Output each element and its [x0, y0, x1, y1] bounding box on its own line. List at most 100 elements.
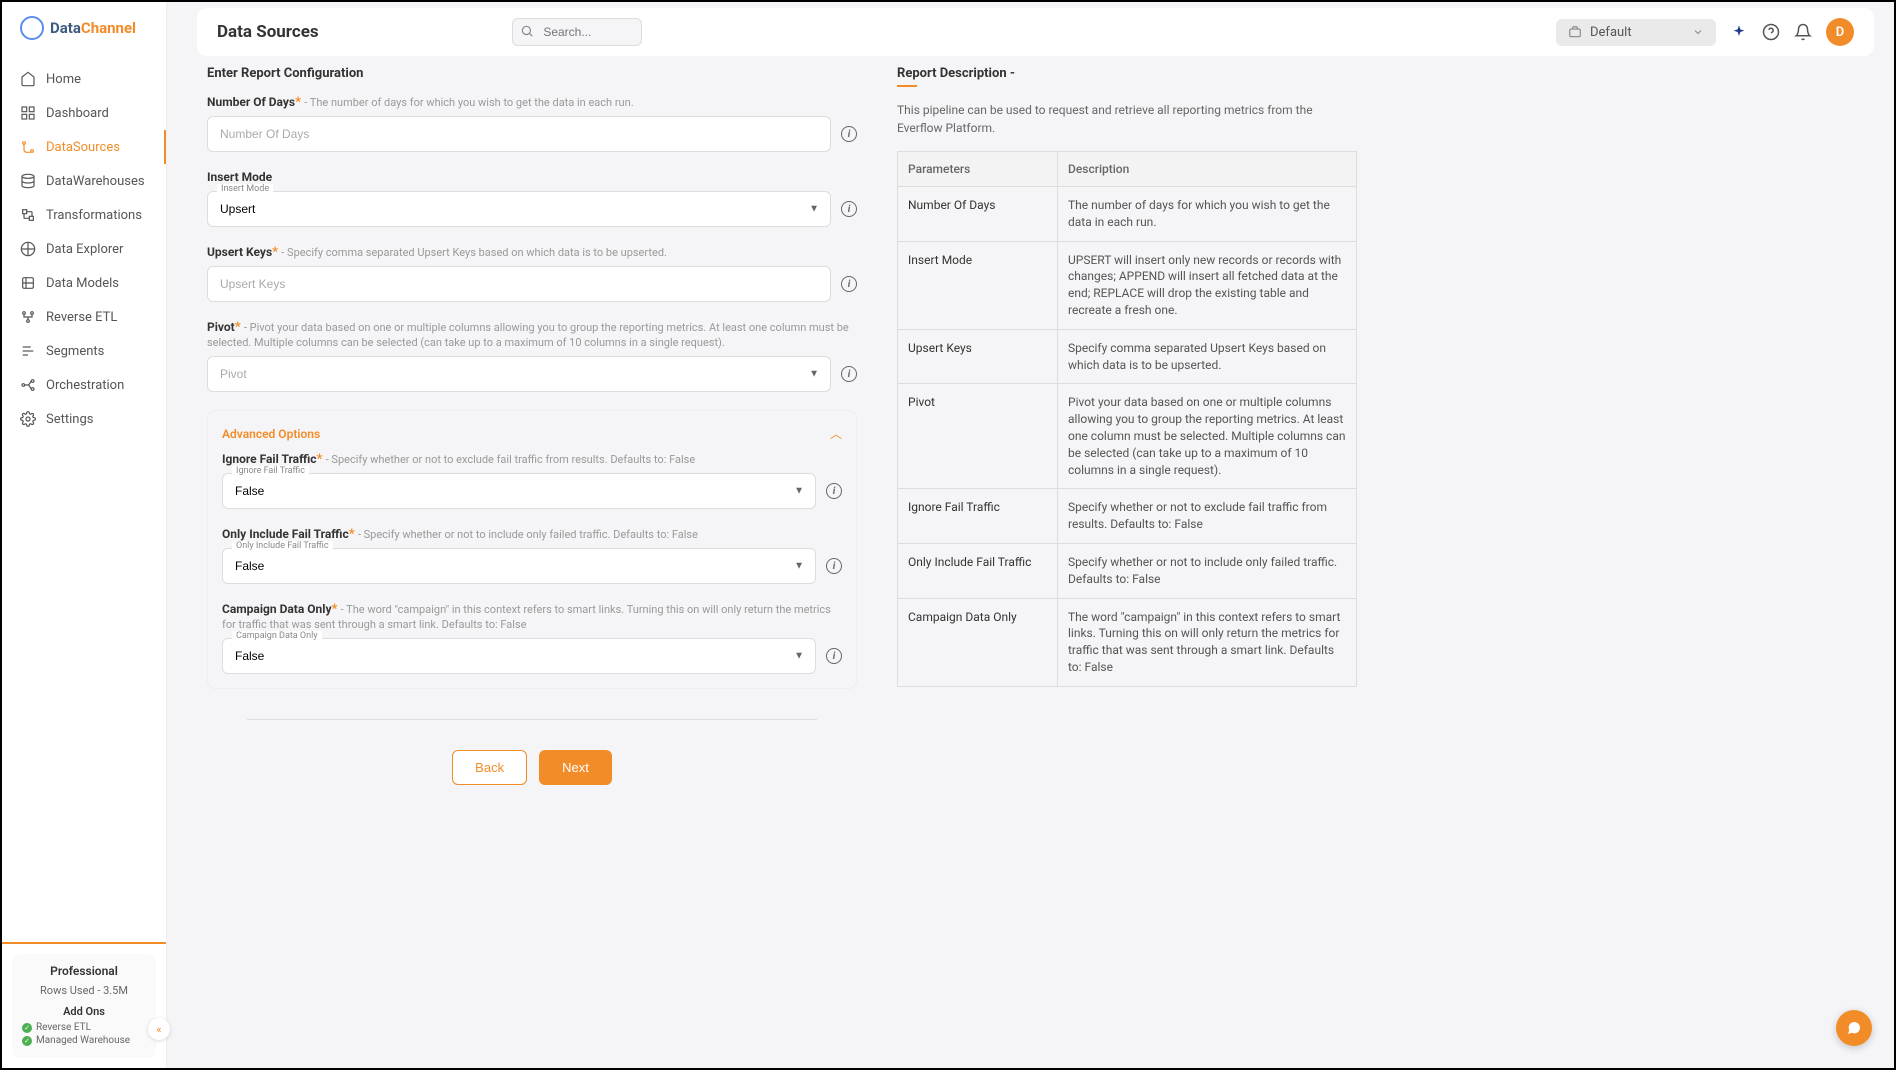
sidebar-item-data-explorer[interactable]: Data Explorer — [2, 232, 166, 266]
chevron-down-icon: ▼ — [794, 486, 804, 497]
rows-used: Rows Used - 3.5M — [22, 984, 146, 997]
upsert-keys-label: Upsert Keys — [207, 245, 272, 259]
info-icon[interactable]: i — [826, 483, 842, 499]
table-row: PivotPivot your data based on one or mul… — [898, 384, 1357, 489]
sidebar-item-label: DataSources — [46, 140, 120, 155]
param-desc: The word "campaign" in this context refe… — [1058, 598, 1357, 686]
home-icon — [20, 71, 36, 87]
brand-icon — [20, 16, 44, 40]
report-description-title: Report Description - — [897, 66, 1357, 81]
info-icon[interactable]: i — [841, 201, 857, 217]
info-icon[interactable]: i — [826, 648, 842, 664]
table-header-description: Description — [1058, 152, 1357, 187]
reverse-icon — [20, 309, 36, 325]
check-icon: ✓ — [22, 1023, 32, 1033]
table-row: Number Of DaysThe number of days for whi… — [898, 187, 1357, 242]
param-name: Number Of Days — [898, 187, 1058, 242]
chat-fab[interactable] — [1836, 1010, 1872, 1046]
chevron-up-icon: ︿ — [830, 425, 842, 442]
sidebar-item-label: Dashboard — [46, 106, 109, 121]
sidebar-item-datawarehouses[interactable]: DataWarehouses — [2, 164, 166, 198]
sidebar-item-dashboard[interactable]: Dashboard — [2, 96, 166, 130]
insert-mode-select[interactable]: Upsert — [207, 191, 831, 227]
workspace-select[interactable]: Default — [1556, 19, 1716, 46]
param-desc: Specify whether or not to exclude fail t… — [1058, 489, 1357, 544]
ignore-fail-hint: - Specify whether or not to exclude fail… — [326, 453, 696, 466]
pivot-hint: - Pivot your data based on one or multip… — [207, 321, 849, 349]
datasources-icon — [20, 139, 36, 155]
upsert-keys-input[interactable] — [207, 266, 831, 302]
explorer-icon — [20, 241, 36, 257]
chevron-down-icon: ▼ — [809, 204, 819, 215]
insert-mode-float: Insert Mode — [217, 184, 273, 194]
num-days-input[interactable] — [207, 116, 831, 152]
param-name: Only Include Fail Traffic — [898, 543, 1058, 598]
sparkle-icon[interactable] — [1730, 23, 1748, 41]
sidebar-item-reverse-etl[interactable]: Reverse ETL — [2, 300, 166, 334]
info-icon[interactable]: i — [841, 366, 857, 382]
addons-title: Add Ons — [22, 1005, 146, 1018]
param-name: Campaign Data Only — [898, 598, 1058, 686]
sidebar-item-transformations[interactable]: Transformations — [2, 198, 166, 232]
table-row: Ignore Fail TrafficSpecify whether or no… — [898, 489, 1357, 544]
advanced-options-toggle[interactable]: Advanced Options ︿ — [222, 425, 842, 442]
sidebar-item-settings[interactable]: Settings — [2, 402, 166, 436]
sidebar-item-label: Reverse ETL — [46, 310, 117, 325]
pivot-select[interactable]: Pivot — [207, 356, 831, 392]
info-icon[interactable]: i — [841, 126, 857, 142]
plan-card: Professional Rows Used - 3.5M Add Ons ✓R… — [12, 954, 156, 1058]
campaign-label: Campaign Data Only — [222, 602, 331, 616]
help-icon[interactable] — [1762, 23, 1780, 41]
next-button[interactable]: Next — [539, 750, 612, 785]
workspace-label: Default — [1590, 25, 1632, 40]
only-fail-label: Only Include Fail Traffic — [222, 527, 349, 541]
bell-icon[interactable] — [1794, 23, 1812, 41]
ignore-fail-float: Ignore Fail Traffic — [232, 466, 309, 476]
sidebar-item-label: Orchestration — [46, 378, 124, 393]
plan-name: Professional — [22, 964, 146, 978]
info-icon[interactable]: i — [826, 558, 842, 574]
parameters-table: Parameters Description Number Of DaysThe… — [897, 151, 1357, 687]
report-description-text: This pipeline can be used to request and… — [897, 101, 1357, 137]
param-desc: UPSERT will insert only new records or r… — [1058, 241, 1357, 329]
warehouse-icon — [20, 173, 36, 189]
form-heading: Enter Report Configuration — [207, 66, 857, 81]
sidebar-item-home[interactable]: Home — [2, 62, 166, 96]
sidebar-item-segments[interactable]: Segments — [2, 334, 166, 368]
user-avatar[interactable]: D — [1826, 18, 1854, 46]
table-row: Upsert KeysSpecify comma separated Upser… — [898, 329, 1357, 384]
brand-logo[interactable]: DataChannel — [2, 2, 166, 54]
sidebar-item-label: Settings — [46, 412, 93, 427]
param-desc: Specify whether or not to include only f… — [1058, 543, 1357, 598]
param-name: Pivot — [898, 384, 1058, 489]
advanced-title: Advanced Options — [222, 427, 320, 441]
param-desc: The number of days for which you wish to… — [1058, 187, 1357, 242]
sidebar-item-label: Home — [46, 72, 81, 87]
info-icon[interactable]: i — [841, 276, 857, 292]
ignore-fail-select[interactable]: False — [222, 473, 816, 509]
dashboard-icon — [20, 105, 36, 121]
only-fail-hint: - Specify whether or not to include only… — [358, 528, 698, 541]
briefcase-icon — [1568, 25, 1582, 39]
num-days-hint: - The number of days for which you wish … — [304, 96, 633, 109]
sidebar-item-orchestration[interactable]: Orchestration — [2, 368, 166, 402]
chevron-down-icon: ▼ — [809, 369, 819, 380]
back-button[interactable]: Back — [452, 750, 527, 785]
sidebar-item-label: Data Explorer — [46, 242, 123, 257]
table-row: Only Include Fail TrafficSpecify whether… — [898, 543, 1357, 598]
sidebar-item-data-models[interactable]: Data Models — [2, 266, 166, 300]
sidebar-collapse-button[interactable]: « — [148, 1018, 170, 1040]
title-underline — [897, 85, 917, 87]
divider — [247, 719, 817, 720]
param-name: Insert Mode — [898, 241, 1058, 329]
campaign-select[interactable]: False — [222, 638, 816, 674]
chevron-down-icon: ▼ — [794, 651, 804, 662]
search-icon — [520, 24, 534, 38]
transform-icon — [20, 207, 36, 223]
pivot-label: Pivot — [207, 320, 235, 334]
only-fail-select[interactable]: False — [222, 548, 816, 584]
sidebar-item-datasources[interactable]: DataSources — [2, 130, 166, 164]
check-icon: ✓ — [22, 1036, 32, 1046]
orchestration-icon — [20, 377, 36, 393]
campaign-float: Campaign Data Only — [232, 631, 322, 641]
